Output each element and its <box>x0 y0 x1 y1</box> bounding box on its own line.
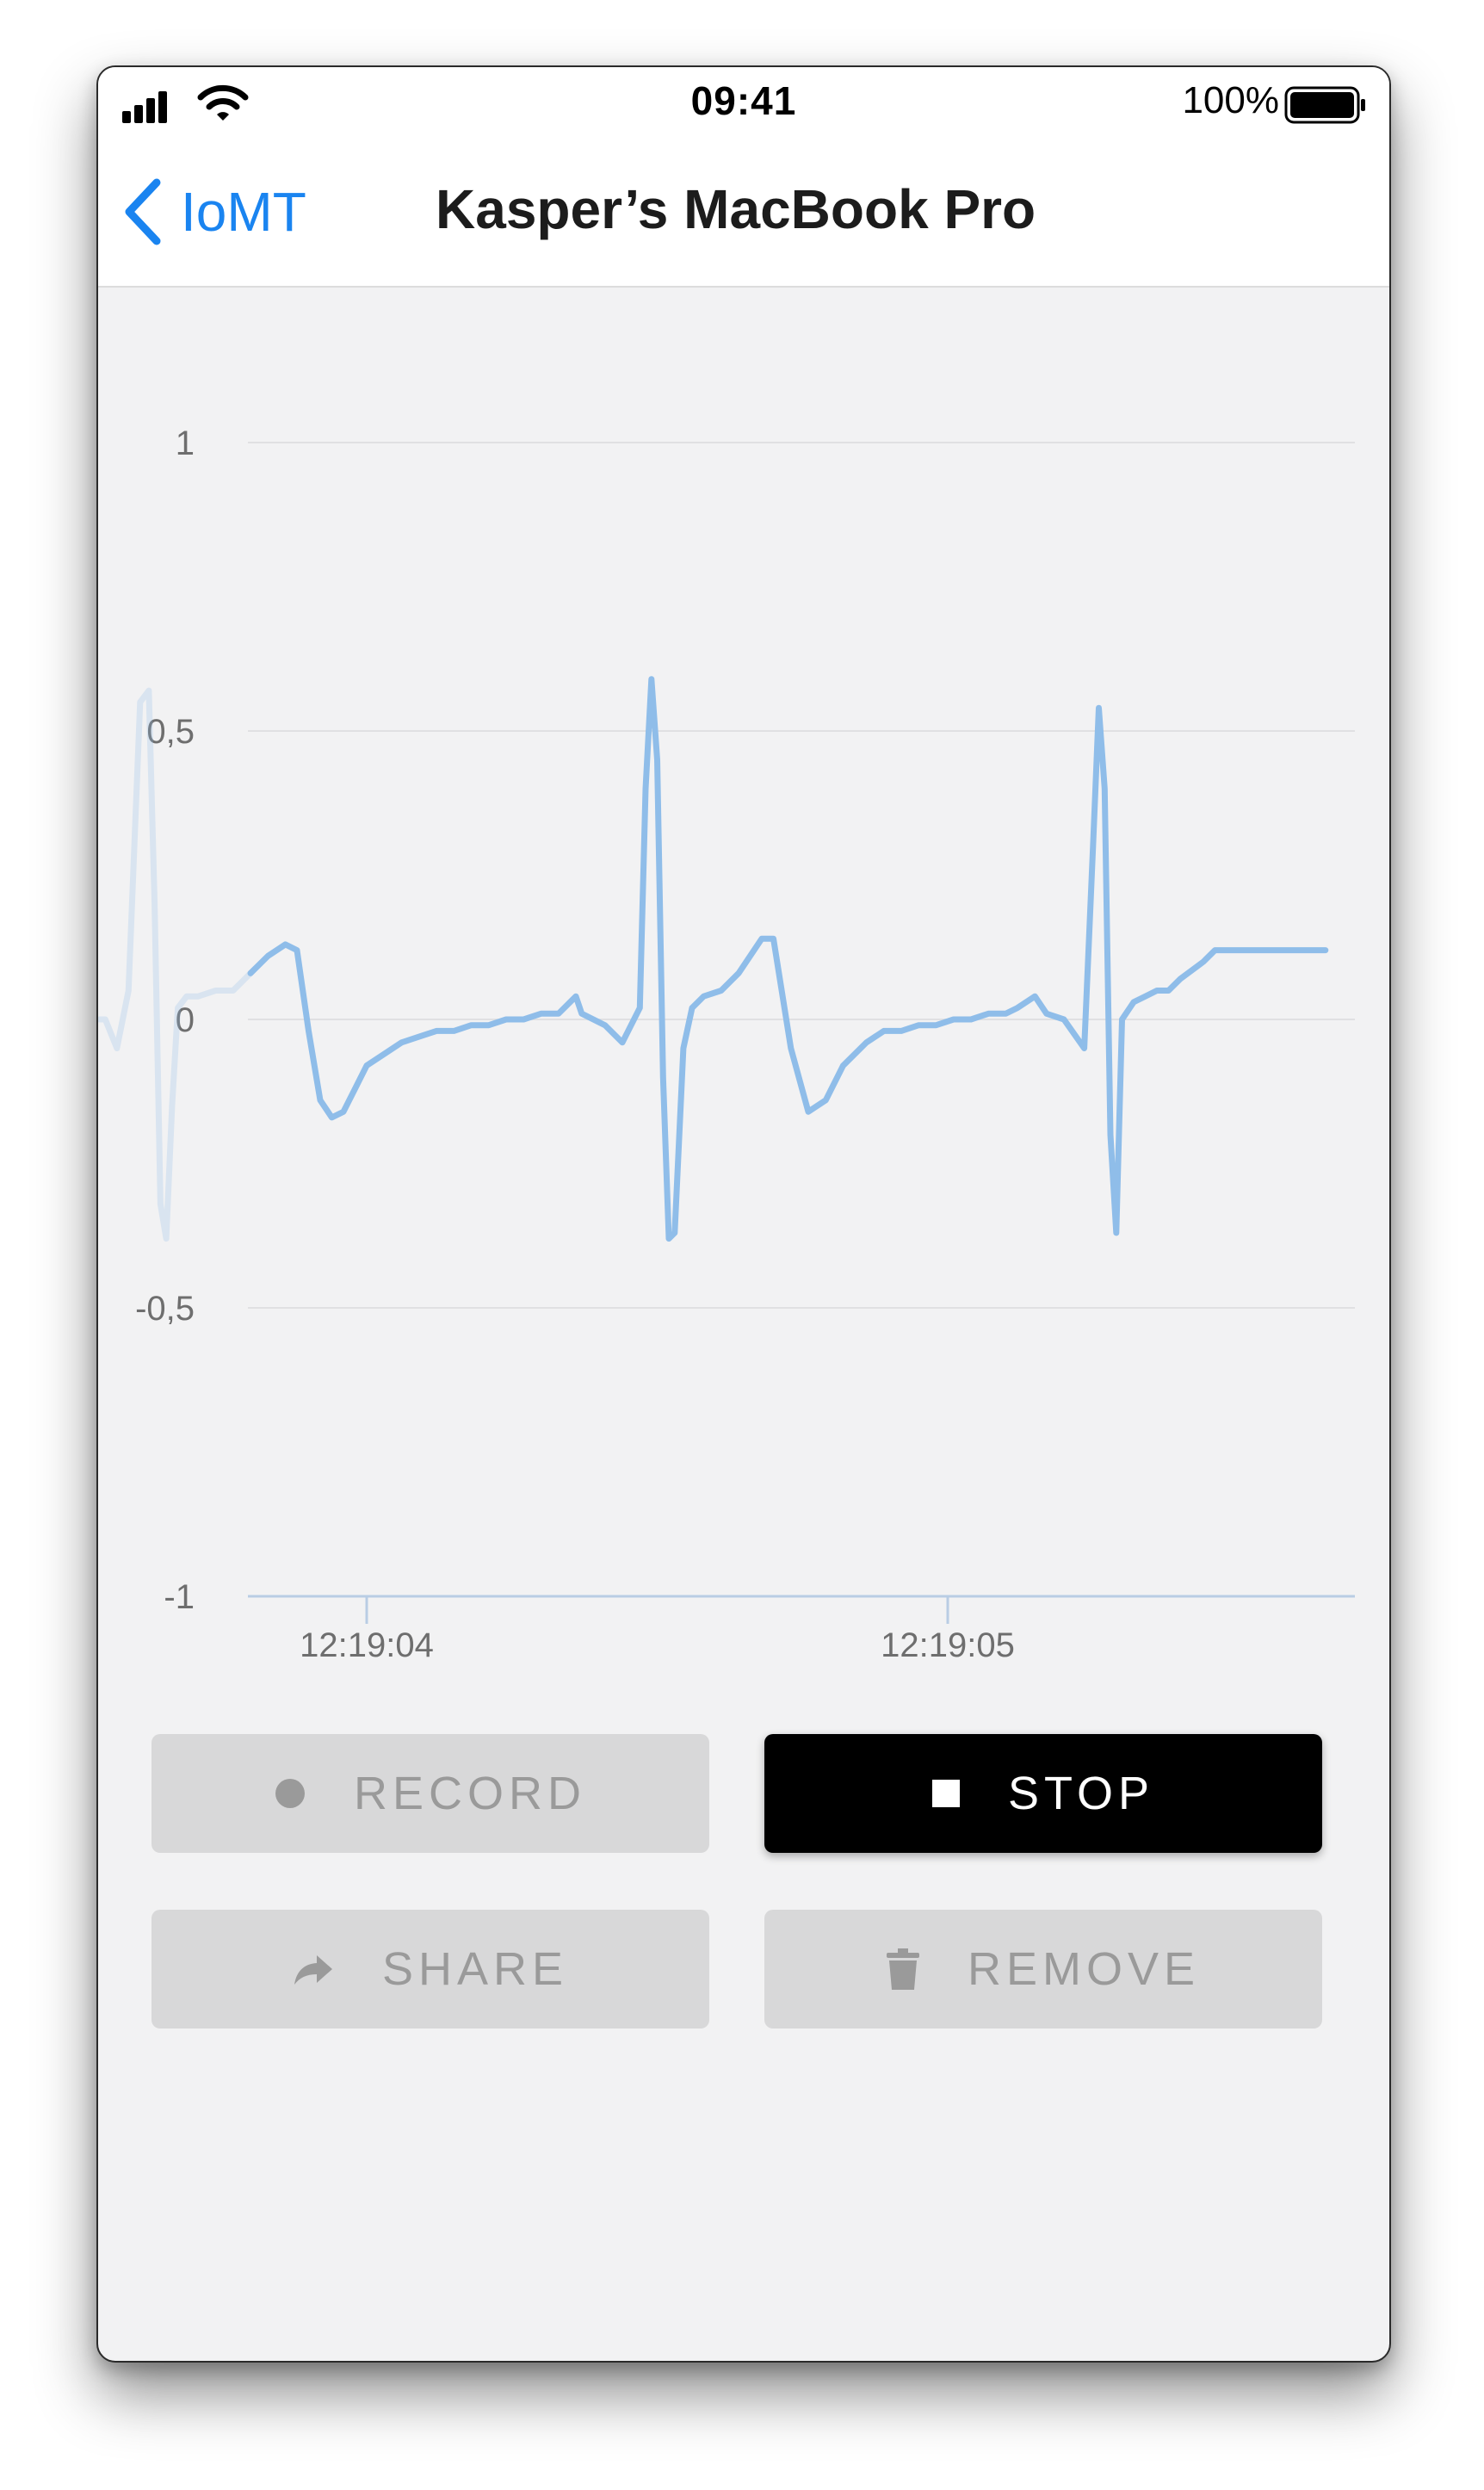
chevron-left-icon <box>125 178 161 245</box>
navigation-bar: IoMT Kasper’s MacBook Pro <box>98 138 1389 288</box>
phone-screen: 09:41 100% IoMT Kasper’s MacBook Pro 1 0,… <box>96 65 1391 2363</box>
share-arrow-icon <box>294 1955 332 1985</box>
trash-icon <box>886 1948 919 1990</box>
back-button[interactable]: IoMT <box>122 170 306 253</box>
x-tick-label: 12:19:04 <box>300 1626 434 1664</box>
stop-label: STOP <box>1007 1768 1155 1819</box>
battery-icon <box>1284 86 1365 124</box>
remove-button[interactable]: REMOVE <box>764 1910 1322 2029</box>
ecg-series-line <box>247 676 1329 1242</box>
y-tick-label: 1 <box>176 424 195 462</box>
share-label: SHARE <box>381 1943 569 1995</box>
stop-button[interactable]: STOP <box>764 1734 1322 1853</box>
ecg-chart-svg: 10,50-0,5-112:19:04 12:19:05 <box>98 424 1355 1664</box>
back-label: IoMT <box>181 181 306 243</box>
share-button[interactable]: SHARE <box>151 1910 709 2029</box>
y-tick-label: -0,5 <box>135 1290 195 1328</box>
stop-square-icon <box>931 1780 960 1807</box>
x-tick-label: 12:19:05 <box>881 1626 1015 1664</box>
page-title: Kasper’s MacBook Pro <box>436 178 1036 240</box>
record-dot-icon <box>275 1779 305 1808</box>
y-tick-label: 0,5 <box>146 713 195 751</box>
y-tick-label: -1 <box>164 1578 195 1616</box>
battery-percentage: 100% <box>1182 79 1279 121</box>
status-bar: 09:41 100% <box>98 67 1389 138</box>
record-button[interactable]: RECORD <box>151 1734 709 1853</box>
record-label: RECORD <box>353 1768 586 1819</box>
ecg-faded-line <box>98 687 254 1242</box>
remove-label: REMOVE <box>967 1943 1201 1995</box>
ecg-chart: 1 0,5 0 -0,5 -1 12:19:04 12:19:05 <box>98 288 1389 1682</box>
